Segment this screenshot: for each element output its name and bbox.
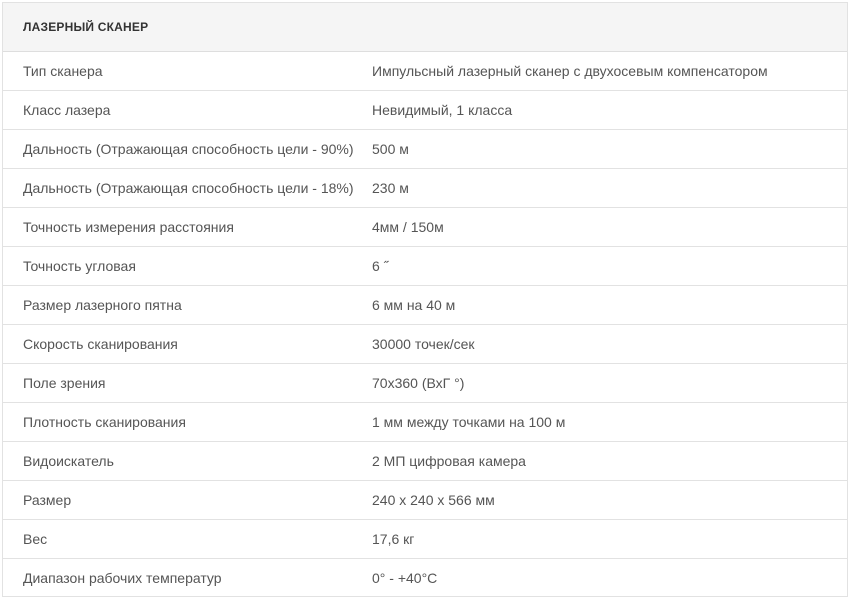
spec-row-angular-accuracy: Точность угловая 6 ˝ [3, 247, 847, 286]
spec-label: Вес [23, 531, 48, 547]
spec-label: Плотность сканирования [23, 414, 186, 430]
spec-label: Поле зрения [23, 375, 106, 391]
spec-row-weight: Вес 17,6 кг [3, 520, 847, 559]
spec-value: 70x360 (ВхГ °) [372, 375, 465, 391]
spec-label: Скорость сканирования [23, 336, 178, 352]
spec-row-range-90: Дальность (Отражающая способность цели -… [3, 130, 847, 169]
spec-row-scan-density: Плотность сканирования 1 мм между точкам… [3, 403, 847, 442]
spec-row-laser-class: Класс лазера Невидимый, 1 класса [3, 91, 847, 130]
spec-table: ЛАЗЕРНЫЙ СКАНЕР Тип сканера Импульсный л… [2, 2, 848, 597]
spec-label: Дальность (Отражающая способность цели -… [23, 141, 354, 157]
spec-row-field-of-view: Поле зрения 70x360 (ВхГ °) [3, 364, 847, 403]
spec-value: 4мм / 150м [372, 219, 444, 235]
spec-value: 2 МП цифровая камера [372, 453, 526, 469]
spec-value: 230 м [372, 180, 409, 196]
spec-value: 1 мм между точками на 100 м [372, 414, 566, 430]
spec-row-scanner-type: Тип сканера Импульсный лазерный сканер с… [3, 52, 847, 91]
spec-label: Точность угловая [23, 258, 136, 274]
spec-value: Невидимый, 1 класса [372, 102, 513, 118]
spec-row-size: Размер 240 x 240 x 566 мм [3, 481, 847, 520]
spec-row-temperature-range: Диапазон рабочих температур 0° - +40°C [3, 559, 847, 597]
spec-label: Класс лазера [23, 102, 111, 118]
spec-label: Дальность (Отражающая способность цели -… [23, 180, 354, 196]
spec-value: 240 x 240 x 566 мм [372, 492, 495, 508]
spec-value: 6 ˝ [372, 258, 389, 274]
spec-table-title: ЛАЗЕРНЫЙ СКАНЕР [3, 3, 847, 52]
spec-label: Размер лазерного пятна [23, 297, 182, 313]
spec-value: 17,6 кг [372, 531, 415, 547]
spec-label: Точность измерения расстояния [23, 219, 234, 235]
spec-row-spot-size: Размер лазерного пятна 6 мм на 40 м [3, 286, 847, 325]
spec-value: 30000 точек/сек [372, 336, 475, 352]
spec-row-scan-speed: Скорость сканирования 30000 точек/сек [3, 325, 847, 364]
spec-row-viewfinder: Видоискатель 2 МП цифровая камера [3, 442, 847, 481]
spec-label: Диапазон рабочих температур [23, 569, 222, 586]
spec-row-distance-accuracy: Точность измерения расстояния 4мм / 150м [3, 208, 847, 247]
spec-value: Импульсный лазерный сканер с двухосевым … [372, 63, 768, 79]
spec-row-range-18: Дальность (Отражающая способность цели -… [3, 169, 847, 208]
spec-value: 0° - +40°C [372, 569, 438, 586]
spec-label: Тип сканера [23, 63, 103, 79]
spec-value: 500 м [372, 141, 409, 157]
spec-value: 6 мм на 40 м [372, 297, 456, 313]
spec-label: Размер [23, 492, 72, 508]
spec-label: Видоискатель [23, 453, 114, 469]
